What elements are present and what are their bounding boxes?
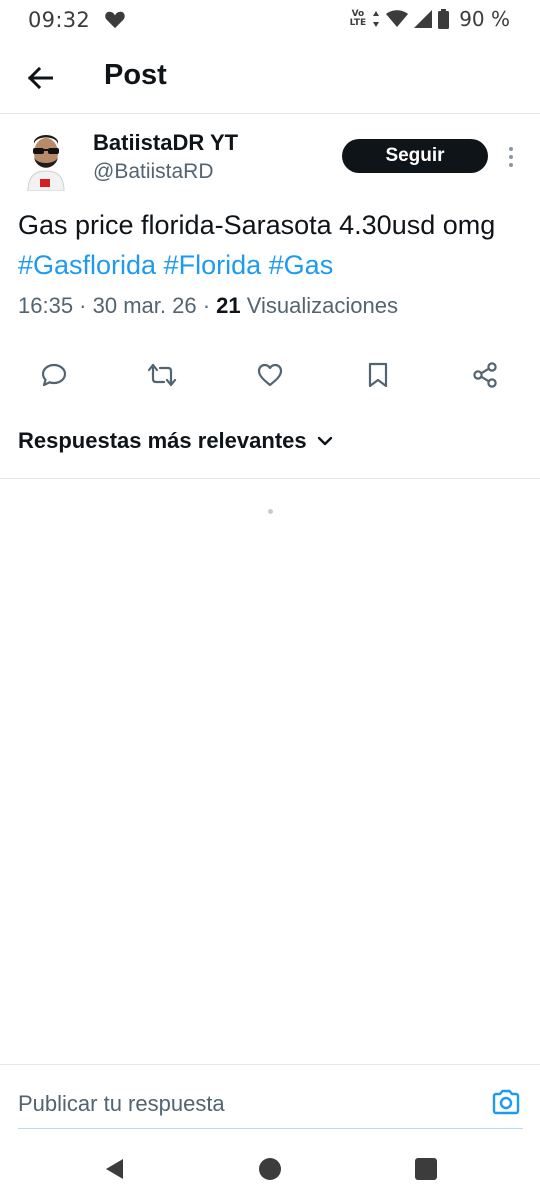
heart-icon — [257, 363, 283, 387]
nav-home-icon[interactable] — [259, 1158, 281, 1180]
author-handle[interactable]: @BatiistaRD — [93, 160, 214, 184]
reply-icon — [41, 363, 67, 387]
tweet-text: Gas price florida-Sarasota 4.30usd omg #… — [18, 205, 523, 285]
arrow-left-icon — [27, 67, 53, 89]
share-icon — [473, 362, 497, 388]
page-title: Post — [104, 59, 167, 91]
kebab-dot-icon — [509, 147, 513, 151]
meta-separator: · — [73, 293, 93, 318]
battery-icon — [438, 9, 450, 29]
camera-icon — [492, 1089, 520, 1115]
reply-input[interactable] — [18, 1086, 478, 1122]
chevron-down-icon — [317, 436, 332, 446]
back-button[interactable] — [22, 60, 58, 96]
views-label: Visualizaciones — [246, 293, 398, 318]
meta-separator: · — [196, 293, 217, 318]
tweet-action-bar — [0, 354, 540, 396]
status-bar: 09:32 Vo LTE 90 % — [0, 0, 540, 40]
repost-icon — [147, 363, 177, 387]
hashtag-link[interactable]: #Florida — [164, 250, 262, 280]
volte-indicator: Vo LTE — [350, 10, 367, 28]
divider — [0, 478, 540, 479]
system-navigation-bar — [0, 1140, 540, 1200]
volte-bottom-label: LTE — [349, 18, 367, 28]
share-button[interactable] — [468, 358, 502, 392]
kebab-dot-icon — [509, 163, 513, 167]
bookmark-icon — [368, 362, 388, 388]
replies-sort-dropdown[interactable]: Respuestas más relevantes — [18, 428, 333, 454]
views-count: 21 — [216, 293, 241, 318]
reply-button[interactable] — [37, 358, 71, 392]
replies-sort-label: Respuestas más relevantes — [18, 428, 307, 453]
hashtag-link[interactable]: #Gasflorida — [18, 250, 156, 280]
author-display-name[interactable]: BatiistaDR YT — [93, 130, 238, 156]
input-underline — [18, 1128, 523, 1129]
data-arrows-icon — [373, 11, 380, 27]
more-options-button[interactable] — [502, 141, 520, 173]
nav-recents-icon[interactable] — [415, 1158, 437, 1180]
bookmark-button[interactable] — [361, 358, 395, 392]
camera-button[interactable] — [490, 1086, 522, 1118]
tweet-meta: 16:35 · 30 mar. 26 · 21 Visualizaciones — [18, 293, 398, 319]
signal-icon — [414, 10, 433, 28]
kebab-dot-icon — [509, 155, 513, 159]
nav-back-icon[interactable] — [103, 1157, 127, 1181]
follow-button[interactable]: Seguir — [342, 139, 488, 173]
like-button[interactable] — [253, 358, 287, 392]
hashtag-link[interactable]: #Gas — [269, 250, 334, 280]
battery-percent: 90 % — [459, 7, 510, 31]
top-app-bar: Post — [0, 40, 540, 114]
wifi-icon — [386, 10, 409, 27]
loading-indicator — [268, 509, 273, 514]
avatar[interactable] — [18, 129, 74, 191]
avatar-image — [18, 129, 74, 191]
status-time: 09:32 — [28, 8, 91, 32]
tweet-time[interactable]: 16:35 — [18, 293, 73, 318]
status-icons: Vo LTE 90 % — [350, 7, 510, 31]
repost-button[interactable] — [145, 358, 179, 392]
heart-notification-icon — [105, 11, 125, 29]
divider — [0, 1064, 540, 1065]
tweet-date[interactable]: 30 mar. 26 — [93, 293, 197, 318]
tweet-body: Gas price florida-Sarasota 4.30usd omg — [18, 210, 496, 240]
